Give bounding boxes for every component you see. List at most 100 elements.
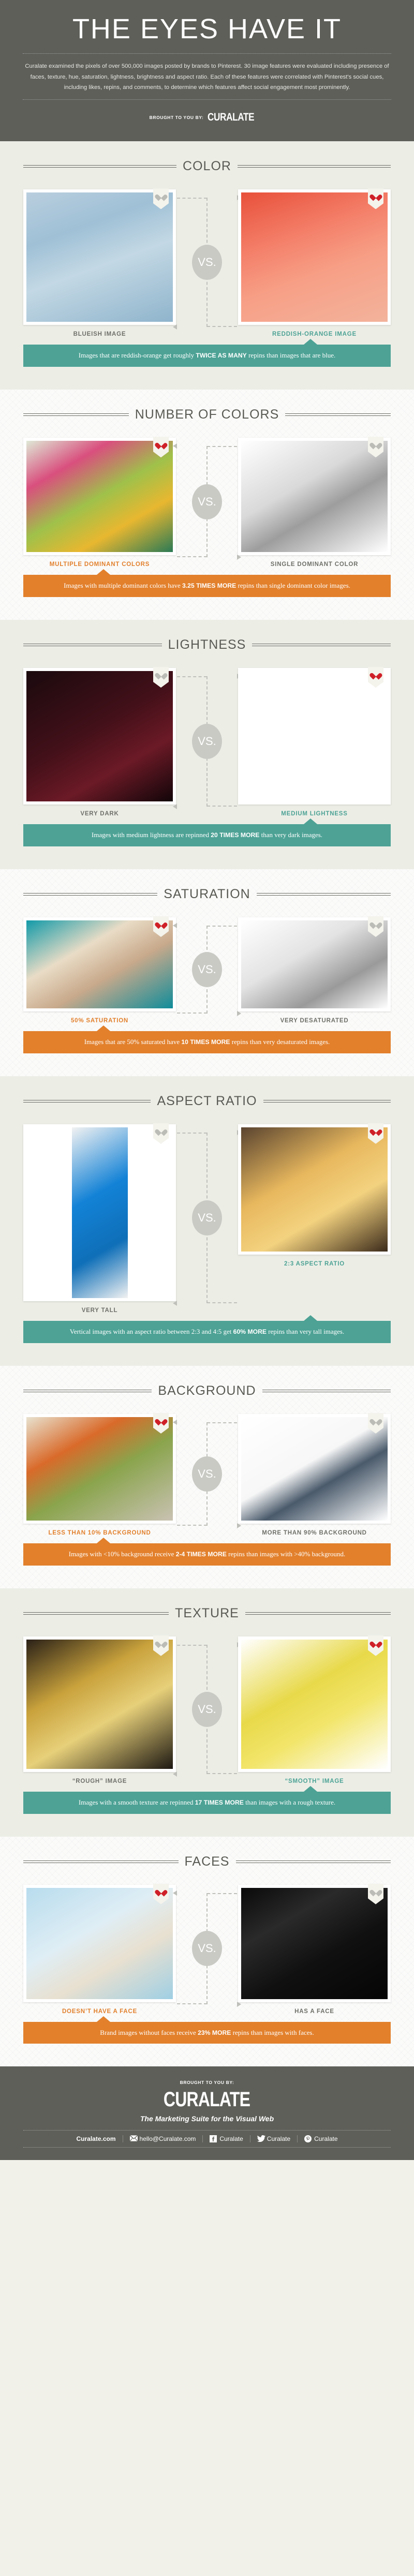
comparison-row: VERY TALL VS. 2:3 ASPECT RATIO [0,1109,414,1314]
page-title: THE EYES HAVE IT [72,13,342,44]
panel-label-right: REDDISH-ORANGE IMAGE [272,331,357,338]
connector-line-top [177,1132,207,1134]
connector-line-bottom [207,806,237,807]
connector-line-vertical [206,1132,208,1303]
section-color: COLOR BLUEISH IMAGE VS. REDDISH-ORANGE IMAG… [0,141,414,390]
compare-panel-right: MEDIUM LIGHTNESS [238,667,391,817]
sample-image [241,1887,388,1999]
curalate-logo: CURALATE [208,111,255,124]
connector-line-top [207,446,237,448]
comparison-connector: VS. [173,443,241,560]
panel-label-left: VERY DARK [80,811,119,817]
compare-panel-left: VERY DARK [23,667,176,817]
connector-line-vertical [206,676,208,807]
sample-image [241,920,388,1009]
footer-link-3[interactable]: Curalate [249,2135,297,2143]
sample-image [26,671,173,802]
section-title: NUMBER OF COLORS [135,407,279,422]
heart-icon [157,671,165,678]
footer-tagline: The Marketing Suite for the Visual Web [140,2115,274,2123]
panel-label-right: VERY DESATURATED [280,1018,349,1024]
compare-panel-left: DOESN’T HAVE A FACE [23,1883,176,2015]
footer-link-2[interactable]: Curalate [202,2135,249,2143]
connector-line-vertical [206,1644,208,1774]
heart-icon [157,1887,165,1895]
section-rule-right [285,413,391,416]
comparison-connector: VS. [173,1890,241,2007]
comparison-row: MULTIPLE DOMINANT COLORS VS. SINGLE DOMINA… [0,422,414,568]
footer-link-4[interactable]: Curalate [297,2135,344,2143]
facebook-icon [210,2135,217,2143]
footer-link-1[interactable]: hello@Curalate.com [122,2135,203,2143]
comparison-connector: VS. [173,673,241,810]
connector-line-top [207,1422,237,1423]
connector-line-bottom [177,1524,207,1526]
sample-image [26,1887,173,1999]
image-card[interactable] [238,1123,391,1255]
pinterest-icon [304,2135,312,2143]
comparison-row: BLUEISH IMAGE VS. REDDISH-ORANGE IMAGE [0,174,414,337]
image-card[interactable] [238,1635,391,1772]
comparison-row: DOESN’T HAVE A FACE VS. HAS A FACE [0,1869,414,2015]
connector-line-bottom [207,1773,237,1774]
image-card[interactable] [23,188,176,325]
image-card[interactable] [23,437,176,556]
comparison-connector: VS. [173,1419,241,1529]
section-title: ASPECT RATIO [157,1093,257,1108]
sample-image [241,441,388,553]
sample-image [241,1639,388,1769]
connector-line-top [177,676,207,678]
section-lightness: LIGHTNESS VERY DARK VS. MEDIUM LIGHTNESS Ima… [0,620,414,870]
image-card[interactable] [23,667,176,805]
banner-stat: 10 TIMES MORE [181,1038,230,1046]
image-card[interactable] [238,188,391,325]
footer: BROUGHT TO YOU BY: CURALATE The Marketin… [0,2066,414,2161]
banner-text-post: repins than very desaturated images. [230,1038,330,1046]
image-card[interactable] [238,437,391,556]
panel-label-left: “ROUGH” IMAGE [72,1778,127,1784]
section-background: BACKGROUND LESS THAN 10% BACKGROUND VS. MOR… [0,1366,414,1588]
connector-line-top [207,926,237,927]
section-rule-left [23,413,129,416]
image-card[interactable] [238,916,391,1012]
banner-text-post: repins than images with >40% background. [226,1550,346,1558]
image-card[interactable] [238,1412,391,1524]
image-card[interactable] [23,1123,176,1301]
compare-panel-left: MULTIPLE DOMINANT COLORS [23,437,176,568]
vs-badge: VS. [192,1931,222,1967]
image-card[interactable] [23,1412,176,1524]
image-card[interactable] [23,1883,176,2002]
compare-panel-right: REDDISH-ORANGE IMAGE [238,188,391,338]
section-texture: TEXTURE “ROUGH” IMAGE VS. “SMOOTH” IMAGE Ima… [0,1588,414,1837]
image-card[interactable] [238,1883,391,2002]
image-card[interactable] [23,1635,176,1772]
connector-line-vertical [206,926,208,1014]
sample-image [26,441,173,553]
section-rule-right [256,893,391,896]
banner-text-pre: Brand images without faces receive [100,2028,198,2036]
compare-panel-right: MORE THAN 90% BACKGROUND [238,1412,391,1536]
stat-banner: Images that are reddish-orange get rough… [23,339,391,367]
stat-banner-wrap: Images that are 50% saturated have 10 TI… [0,1025,414,1053]
connector-line-bottom [177,1012,207,1014]
banner-text-post: than images with a rough texture. [243,1798,336,1806]
footer-links: Curalate.com hello@Curalate.com Curalate Cu… [23,2130,391,2148]
stat-banner: Images with medium lightness are repinne… [23,818,391,847]
section-faces: FACES DOESN’T HAVE A FACE VS. HAS A FACE Bra… [0,1837,414,2067]
vs-badge: VS. [192,1691,222,1727]
envelope-icon [129,2135,138,2142]
section-header: LIGHTNESS [0,637,414,652]
sample-image [26,1417,173,1521]
banner-text-pre: Images with medium lightness are repinne… [91,831,211,839]
section-header: FACES [0,1854,414,1869]
vs-badge: VS. [192,245,222,280]
footer-link-0[interactable]: Curalate.com [69,2135,122,2142]
image-card[interactable] [238,667,391,805]
banner-stat: TWICE AS MANY [196,352,247,360]
section-rule-right [245,1612,391,1615]
image-card[interactable] [23,916,176,1012]
connector-line-bottom [207,326,237,327]
